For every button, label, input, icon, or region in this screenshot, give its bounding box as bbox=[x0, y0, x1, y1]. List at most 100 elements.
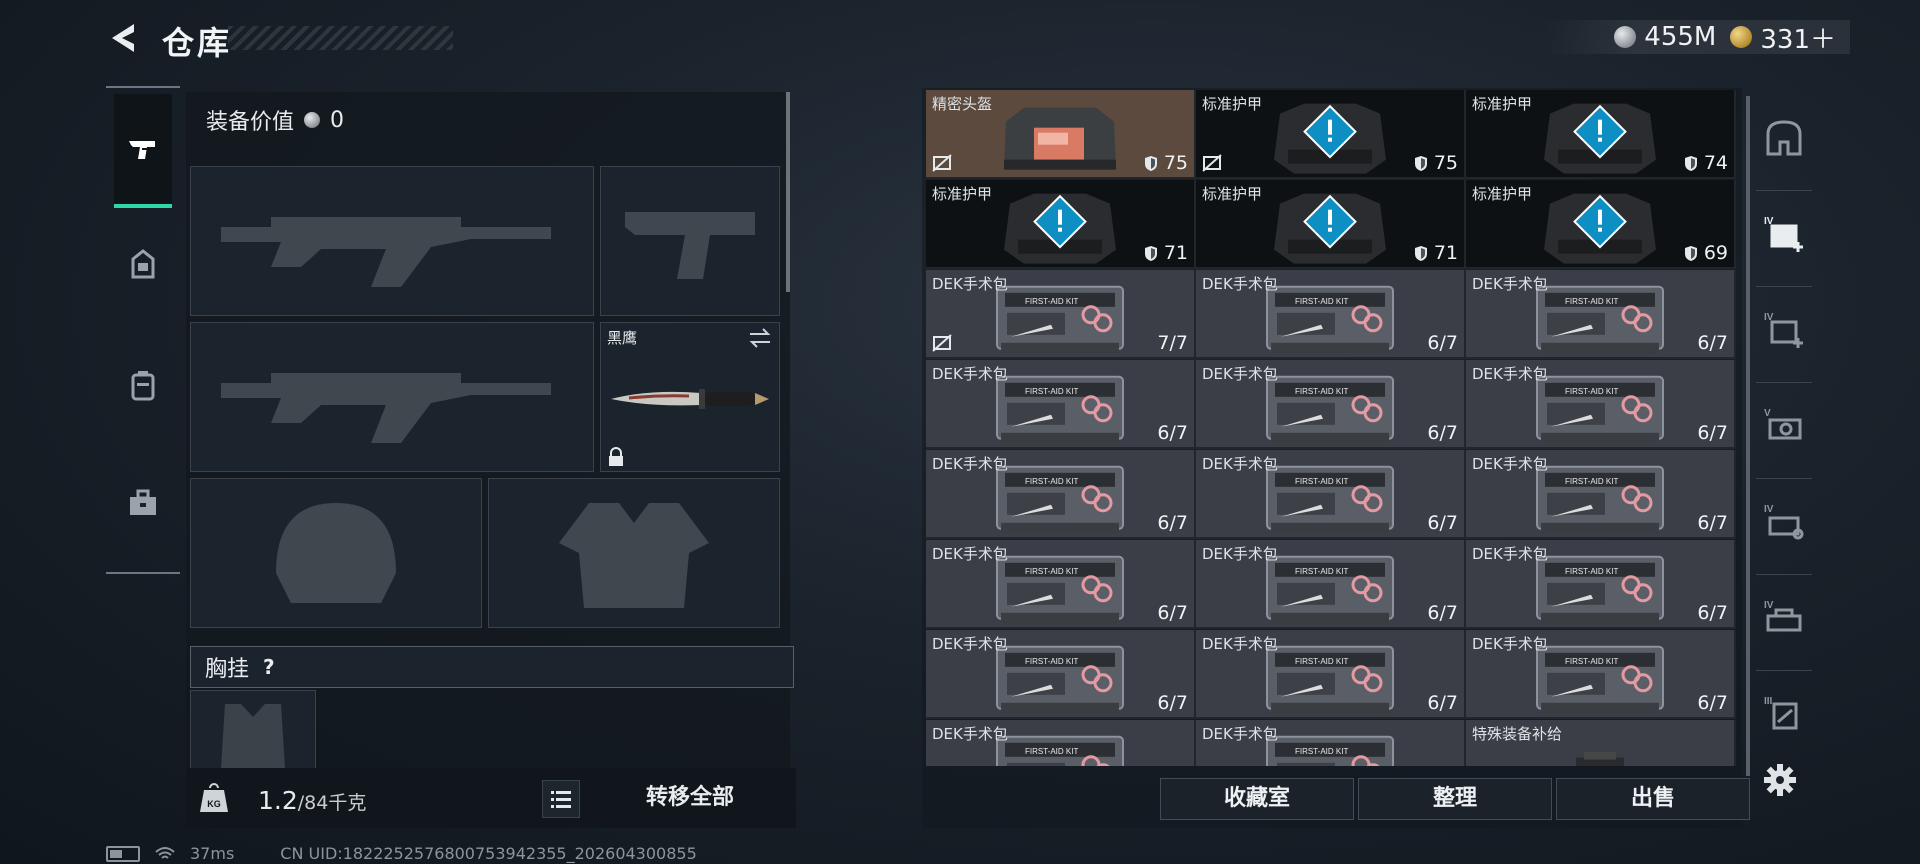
inventory-item-armor[interactable]: 标准护甲 71 bbox=[1196, 180, 1466, 269]
rail-misc-iii-filter[interactable]: III bbox=[1760, 684, 1808, 744]
inventory-item-kit[interactable]: FIRST-AID KIT DEK手术包 6/7 bbox=[1196, 450, 1466, 539]
inventory-item-kit[interactable]: FIRST-AID KIT DEK手术包 7/7 bbox=[926, 270, 1196, 359]
item-value: 6/7 bbox=[1697, 512, 1728, 534]
durability-shield-icon bbox=[1144, 245, 1157, 261]
gold-amount: 331＋ bbox=[1760, 24, 1836, 55]
transfer-all-button[interactable]: 转移全部 bbox=[620, 780, 760, 816]
item-name: 标准护甲 bbox=[932, 185, 993, 203]
svg-text:FIRST-AID KIT: FIRST-AID KIT bbox=[1295, 476, 1348, 485]
item-value: 6/7 bbox=[1427, 602, 1458, 624]
inventory-item-kit[interactable]: FIRST-AID KIT DEK手术包 6/7 bbox=[1196, 270, 1466, 359]
durability-shield-icon bbox=[1684, 245, 1697, 261]
svg-text:FIRST-AID KIT: FIRST-AID KIT bbox=[1025, 566, 1078, 575]
rail-backpack-iv-filter[interactable]: IV bbox=[1760, 492, 1808, 552]
equipment-value-amount: 0 bbox=[330, 107, 345, 133]
list-view-button[interactable] bbox=[542, 780, 580, 818]
svg-text:V: V bbox=[1764, 408, 1771, 419]
item-value-text: 6/7 bbox=[1427, 602, 1458, 624]
durability-shield-icon bbox=[1684, 155, 1697, 171]
settings-gear-icon[interactable] bbox=[1762, 762, 1798, 798]
inventory-scrollbar[interactable] bbox=[1746, 96, 1750, 776]
rail-armor-iv-filter[interactable]: IV bbox=[1760, 204, 1808, 264]
inventory-item-kit[interactable]: FIRST-AID KIT DEK手术包 6/7 bbox=[926, 630, 1196, 719]
tab-helmet[interactable] bbox=[114, 210, 172, 320]
sell-button[interactable]: 出售 bbox=[1556, 778, 1750, 820]
inventory-item-helmet[interactable]: 精密头盔 75 bbox=[926, 90, 1196, 179]
rail-rig-iv-filter[interactable]: IV bbox=[1760, 588, 1808, 648]
inventory-item-armor[interactable]: 标准护甲 75 bbox=[1196, 90, 1466, 179]
weight-max: /84千克 bbox=[297, 792, 367, 814]
inventory-item-kit[interactable]: FIRST-AID KIT DEK手术包 6/7 bbox=[926, 540, 1196, 629]
first-aid-kit-image: FIRST-AID KIT bbox=[1536, 465, 1664, 533]
inventory-item-kit[interactable]: FIRST-AID KIT DEK手术包 bbox=[1196, 720, 1466, 766]
inventory-item-kit[interactable]: FIRST-AID KIT DEK手术包 6/7 bbox=[1466, 630, 1736, 719]
gold-currency[interactable]: 331＋ bbox=[1730, 19, 1836, 56]
inventory-item-armor[interactable]: 标准护甲 74 bbox=[1466, 90, 1736, 179]
item-value-text: 71 bbox=[1433, 242, 1458, 264]
equipment-scrollbar[interactable] bbox=[786, 92, 790, 292]
pistol-icon bbox=[129, 141, 155, 159]
item-name: DEK手术包 bbox=[932, 455, 1008, 473]
item-value-text: 6/7 bbox=[1157, 422, 1188, 444]
item-name: DEK手术包 bbox=[932, 635, 1008, 653]
equipment-category-tabs bbox=[106, 86, 180, 574]
sort-button[interactable]: 整理 bbox=[1358, 778, 1552, 820]
armor-slot[interactable] bbox=[488, 478, 780, 628]
equipment-value: 装备价值 0 bbox=[206, 104, 344, 136]
first-aid-kit-image: FIRST-AID KIT bbox=[1266, 735, 1394, 766]
item-value-text: 75 bbox=[1433, 152, 1458, 174]
item-value-text: 6/7 bbox=[1697, 602, 1728, 624]
inventory-item-kit[interactable]: FIRST-AID KIT DEK手术包 6/7 bbox=[1466, 270, 1736, 359]
inventory-item-kit[interactable]: FIRST-AID KIT DEK手术包 6/7 bbox=[1466, 360, 1736, 449]
lock-icon bbox=[609, 447, 623, 466]
sidearm-slot[interactable] bbox=[600, 166, 780, 316]
silver-coin-icon bbox=[304, 112, 321, 128]
inventory-item-kit[interactable]: FIRST-AID KIT DEK手术包 6/7 bbox=[1196, 360, 1466, 449]
inventory-item-kit[interactable]: FIRST-AID KIT DEK手术包 6/7 bbox=[926, 450, 1196, 539]
item-name: DEK手术包 bbox=[932, 545, 1008, 563]
item-name: DEK手术包 bbox=[1472, 635, 1548, 653]
rail-helmet-filter[interactable] bbox=[1760, 108, 1808, 168]
swap-icon[interactable] bbox=[747, 327, 773, 349]
inventory-item-kit[interactable]: FIRST-AID KIT DEK手术包 6/7 bbox=[1466, 540, 1736, 629]
inventory-item-armor[interactable]: 标准护甲 71 bbox=[926, 180, 1196, 269]
rail-ammo-v-filter[interactable]: V bbox=[1760, 396, 1808, 456]
inventory-item-kit[interactable]: FIRST-AID KIT DEK手术包 6/7 bbox=[1196, 540, 1466, 629]
item-value: 75 bbox=[1144, 152, 1188, 174]
tab-case[interactable] bbox=[114, 448, 172, 558]
item-name: DEK手术包 bbox=[1472, 455, 1548, 473]
melee-slot[interactable]: 黑鹰 bbox=[600, 322, 780, 472]
item-name: DEK手术包 bbox=[1472, 365, 1548, 383]
svg-text:FIRST-AID KIT: FIRST-AID KIT bbox=[1565, 296, 1618, 305]
first-aid-kit-image: FIRST-AID KIT bbox=[1266, 375, 1394, 443]
primary-weapon-slot[interactable] bbox=[190, 166, 594, 316]
inventory-item-armor[interactable]: 标准护甲 69 bbox=[1466, 180, 1736, 269]
durability-shield-icon bbox=[1144, 155, 1157, 171]
back-arrow-icon[interactable] bbox=[104, 18, 144, 58]
list-icon bbox=[551, 791, 571, 808]
pistol-silhouette-icon bbox=[625, 212, 755, 279]
item-value: 6/7 bbox=[1697, 602, 1728, 624]
secondary-weapon-slot[interactable] bbox=[190, 322, 594, 472]
first-aid-kit-image: FIRST-AID KIT bbox=[1266, 555, 1394, 623]
helmet-slot[interactable] bbox=[190, 478, 482, 628]
help-icon[interactable]: ? bbox=[263, 655, 275, 679]
inventory-item-kit[interactable]: FIRST-AID KIT DEK手术包 6/7 bbox=[1196, 630, 1466, 719]
inventory-item-kit[interactable]: FIRST-AID KIT DEK手术包 bbox=[926, 720, 1196, 766]
collection-room-button[interactable]: 收藏室 bbox=[1160, 778, 1354, 820]
armor-iv-icon: IV bbox=[1764, 216, 1803, 252]
tab-weapons[interactable] bbox=[114, 94, 172, 208]
tab-backpack[interactable] bbox=[114, 330, 172, 440]
item-value-text: 6/7 bbox=[1697, 512, 1728, 534]
rail-medkit-iv-filter[interactable]: IV bbox=[1760, 300, 1808, 360]
item-name: DEK手术包 bbox=[1202, 635, 1278, 653]
inventory-item-kit[interactable]: FIRST-AID KIT DEK手术包 6/7 bbox=[926, 360, 1196, 449]
helmet-armor-icon bbox=[131, 249, 155, 279]
rig-silhouette-icon bbox=[221, 704, 285, 769]
chest-rig-slot[interactable] bbox=[190, 690, 316, 772]
inventory-item-kit[interactable]: FIRST-AID KIT DEK手术包 6/7 bbox=[1466, 450, 1736, 539]
first-aid-kit-image: FIRST-AID KIT bbox=[1536, 285, 1664, 353]
inventory-item-supply[interactable]: 特殊装备补给 bbox=[1466, 720, 1736, 766]
first-aid-kit-image: FIRST-AID KIT bbox=[996, 555, 1124, 623]
rail-divider bbox=[1756, 574, 1812, 575]
